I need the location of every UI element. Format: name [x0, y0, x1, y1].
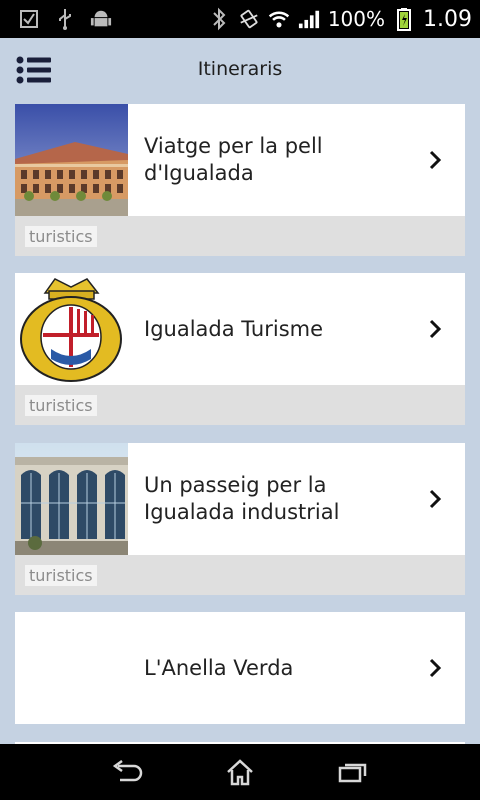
navigation-bar — [0, 744, 480, 800]
recents-button[interactable] — [323, 750, 383, 794]
recents-icon — [339, 763, 367, 783]
list-item-title: L'Anella Verda — [144, 655, 294, 680]
home-icon — [227, 759, 253, 786]
list-item: Viatge per la pell d'Igualada turistics — [15, 104, 465, 256]
vibrate-icon — [238, 8, 260, 30]
list-item-main[interactable]: L'Anella Verda — [15, 612, 465, 724]
android-icon — [90, 8, 112, 30]
list-item-main[interactable]: Viatge per la pell d'Igualada — [15, 104, 465, 216]
industrial-building-photo — [15, 443, 128, 555]
tag-row: turistics — [15, 555, 465, 595]
category-tag: turistics — [25, 226, 97, 247]
chevron-right-icon — [429, 658, 442, 678]
page-title: Itineraris — [197, 58, 283, 80]
list-item-title: Un passeig per la Igualada industrial — [144, 473, 340, 524]
list-item-title: Viatge per la pell d'Igualada — [144, 134, 323, 185]
chevron-right-icon — [429, 150, 442, 170]
category-tag: turistics — [25, 395, 97, 416]
back-button[interactable] — [97, 750, 157, 794]
list-item-main[interactable]: Un passeig per la Igualada industrial — [15, 443, 465, 555]
signal-icon — [298, 8, 320, 30]
checkbox-icon — [18, 8, 40, 30]
back-icon — [112, 760, 142, 782]
chevron-right-icon — [429, 489, 442, 509]
tag-row: turistics — [15, 216, 465, 256]
usb-icon — [54, 8, 76, 30]
home-button[interactable] — [210, 750, 270, 794]
app-header: Itineraris — [0, 38, 480, 104]
list-item: L'Anella Verda — [15, 612, 465, 724]
building-photo — [15, 104, 128, 216]
bluetooth-icon — [208, 7, 230, 31]
category-tag: turistics — [25, 565, 97, 586]
thumbnail-placeholder — [15, 612, 128, 724]
wifi-icon — [268, 8, 290, 30]
list-item: Un passeig per la Igualada industrial tu… — [15, 443, 465, 595]
coat-of-arms — [15, 273, 128, 385]
battery-percent: 100% — [327, 7, 386, 31]
list-item: Igualada Turisme turistics — [15, 273, 465, 425]
tag-row: turistics — [15, 385, 465, 425]
list-item-title: Igualada Turisme — [144, 316, 324, 341]
battery-icon — [393, 8, 415, 31]
chevron-right-icon — [429, 319, 442, 339]
clock: 1.09 — [423, 6, 472, 32]
list-item-main[interactable]: Igualada Turisme — [15, 273, 465, 385]
status-bar: 100% 1.09 — [0, 0, 480, 38]
